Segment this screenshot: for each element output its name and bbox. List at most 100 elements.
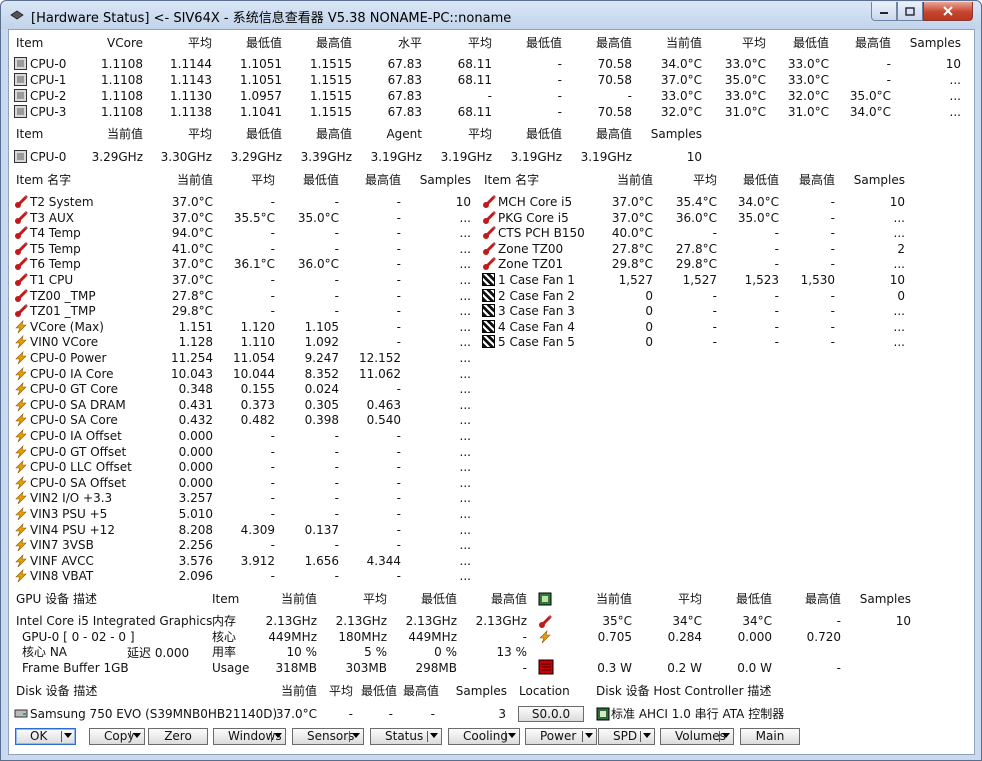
sensor-reading: 1.656 [304,553,339,568]
sensor-reading: - [270,304,275,319]
column-header: Item [212,592,240,606]
gpu-sensor-reading: 0.284 [667,629,702,644]
cpu-reading: 1.1051 [240,57,282,71]
sensor-reading: 8.352 [304,366,339,381]
gpu-sensor-reading: - [836,661,841,676]
sensor-reading: - [396,491,401,506]
clock-reading: 3.19GHz [580,150,632,164]
sensor-name: Zone TZ00 [498,241,564,256]
sensor-reading: ... [893,226,905,241]
dropdown-arrow-icon[interactable] [585,733,593,738]
lightning-icon [14,397,28,415]
sensor-reading: 10 [889,195,905,209]
gpu-reading: 180MHz [338,629,387,644]
column-header: 最高值 [854,36,891,50]
lightning-icon [14,366,28,384]
sensor-reading: - [270,429,275,443]
sensor-reading: 1.105 [304,319,339,334]
sensor-reading: - [396,382,401,397]
button-label: Zero [164,729,192,743]
minimize-button[interactable] [871,2,897,21]
gpu-description: 核心 NA [22,645,68,660]
volumes-button[interactable]: Volumes [660,728,734,745]
cpu-reading: 67.83 [387,89,422,103]
power-button[interactable]: Power [525,728,597,745]
sensor-reading: - [712,304,717,319]
lightning-icon [14,569,28,586]
clock-reading: 3.39GHz [300,150,352,164]
sensor-reading: 94.0°C [171,226,213,241]
cpu-reading: 67.83 [387,73,422,87]
cpu-reading: 1.1108 [101,89,143,103]
column-header: 最低值 [735,592,772,606]
sensor-reading: - [396,210,401,225]
dropdown-arrow-icon[interactable] [643,733,651,738]
maximize-button[interactable] [897,2,923,21]
copy-button[interactable]: Copy [89,728,145,745]
button-label: Status [385,729,424,743]
fan-icon [482,273,495,286]
sensor-reading: 10 [889,273,905,287]
sensor-reading: 0 [645,319,653,334]
sensor-name: CPU-0 LLC Offset [30,460,132,475]
sensor-reading: 35.0°C [297,210,339,225]
sensor-reading: 0.482 [240,413,275,428]
sensor-reading: 37.0°C [171,210,213,225]
cooling-button[interactable]: Cooling [448,728,520,745]
sensor-name: MCH Core i5 [498,195,573,209]
gpu-delay: 延迟 0.000 [127,646,190,660]
sensor-reading: - [334,241,339,256]
disk-reading: - [388,707,393,721]
zero-button[interactable]: Zero [148,728,208,745]
window-title: [Hardware Status] <- SIV64X - 系统信息查看器 V5… [31,11,512,26]
column-header: 最低值 [792,36,829,50]
ok-button[interactable]: OK [15,728,76,745]
dropdown-arrow-icon[interactable] [508,733,516,738]
sensor-reading: 27.8°C [611,241,653,256]
windows-button[interactable]: Windows [213,728,286,745]
disk-location-button[interactable]: S0.0.0 [518,706,584,722]
column-header: 平均 [692,173,717,187]
column-header: 最高值 [595,127,632,141]
sensors-button[interactable]: Sensors [292,728,364,745]
sensor-reading: 12.152 [359,351,401,365]
sensor-reading: 11.254 [171,351,213,365]
cpu-reading: 67.83 [387,105,422,119]
cpu-core-label: CPU-2 [30,89,67,103]
spd-button[interactable]: SPD [598,728,655,745]
title-bar[interactable]: [Hardware Status] <- SIV64X - 系统信息查看器 V5… [1,1,981,29]
dropdown-arrow-icon[interactable] [133,733,141,738]
sensor-name: 2 Case Fan 2 [498,288,575,303]
sensor-reading: ... [459,397,471,412]
fan-icon [482,304,495,318]
dropdown-arrow-icon[interactable] [722,733,730,738]
sensor-reading: 3.912 [240,553,275,568]
hardware-status-panel: Item VCore 平均 最低值 最高值 水平 平均 最低值 最高值 当前值 平均 最低值 最高值 Sa… [8,29,975,755]
sensor-name: T3 AUX [30,210,74,225]
dropdown-arrow-icon[interactable] [274,733,282,738]
close-button[interactable] [923,2,973,21]
dropdown-arrow-icon[interactable] [64,733,72,738]
lightning-icon [538,630,552,647]
sensor-reading: 3.257 [178,491,213,506]
sensor-reading: 37.0°C [611,210,653,225]
sensor-name: CPU-0 SA Core [30,413,118,428]
sensor-reading: 1.110 [240,335,275,350]
sensor-reading: - [396,460,401,475]
cpu-reading: 32.0°C [660,105,702,119]
column-header: Samples [859,592,911,606]
sensor-name: 1 Case Fan 1 [498,273,575,287]
sensor-reading: - [396,335,401,350]
dropdown-arrow-icon[interactable] [430,733,438,738]
cpu-reading: 1.0957 [240,89,282,103]
status-button[interactable]: Status [370,728,442,745]
main-button[interactable]: Main [740,728,800,745]
lightning-icon [14,351,28,368]
column-header: Item [16,36,44,50]
thermometer-icon [482,195,496,212]
gpu-reading: - [522,661,527,676]
sensor-reading: 0.155 [240,382,275,397]
cpu-reading: 1.1108 [101,105,143,119]
dropdown-arrow-icon[interactable] [352,733,360,738]
cpu-reading: 31.0°C [724,105,766,119]
